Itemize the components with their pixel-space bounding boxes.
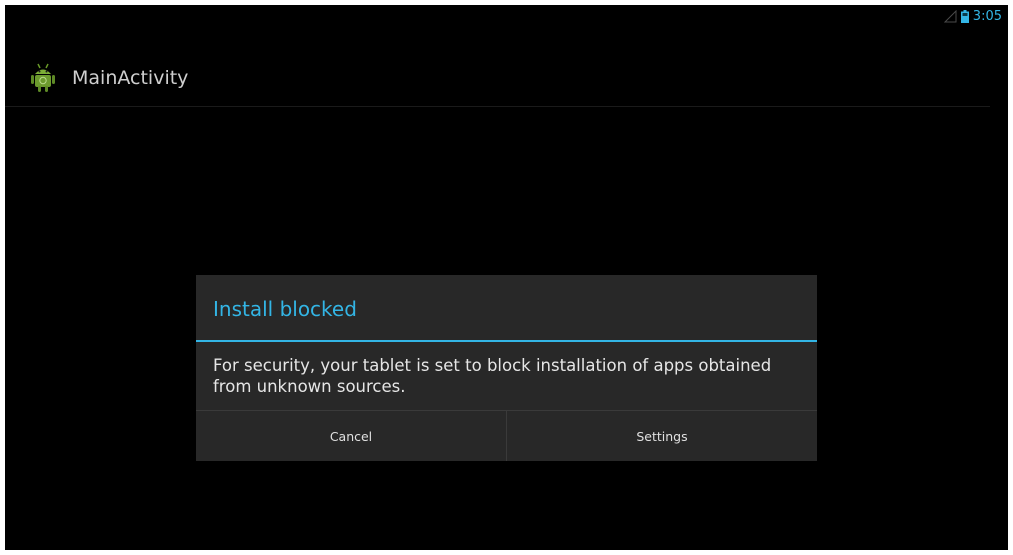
dialog-title: Install blocked [213,296,357,321]
app-title: MainActivity [72,67,189,89]
install-blocked-dialog: Install blocked For security, your table… [196,275,817,461]
dialog-button-bar: Cancel Settings [196,410,817,461]
dialog-header: Install blocked [196,275,817,342]
android-icon[interactable] [30,63,56,93]
action-bar: MainActivity [5,50,990,107]
signal-icon [943,9,957,23]
status-clock: 3:05 [972,8,1002,24]
screen: 3:05 MainActivity Install blocked For se… [5,5,1008,550]
settings-button[interactable]: Settings [506,411,817,461]
status-bar: 3:05 [943,5,1008,27]
dialog-message: For security, your tablet is set to bloc… [213,356,772,396]
battery-icon [960,9,969,23]
cancel-button[interactable]: Cancel [196,411,506,461]
